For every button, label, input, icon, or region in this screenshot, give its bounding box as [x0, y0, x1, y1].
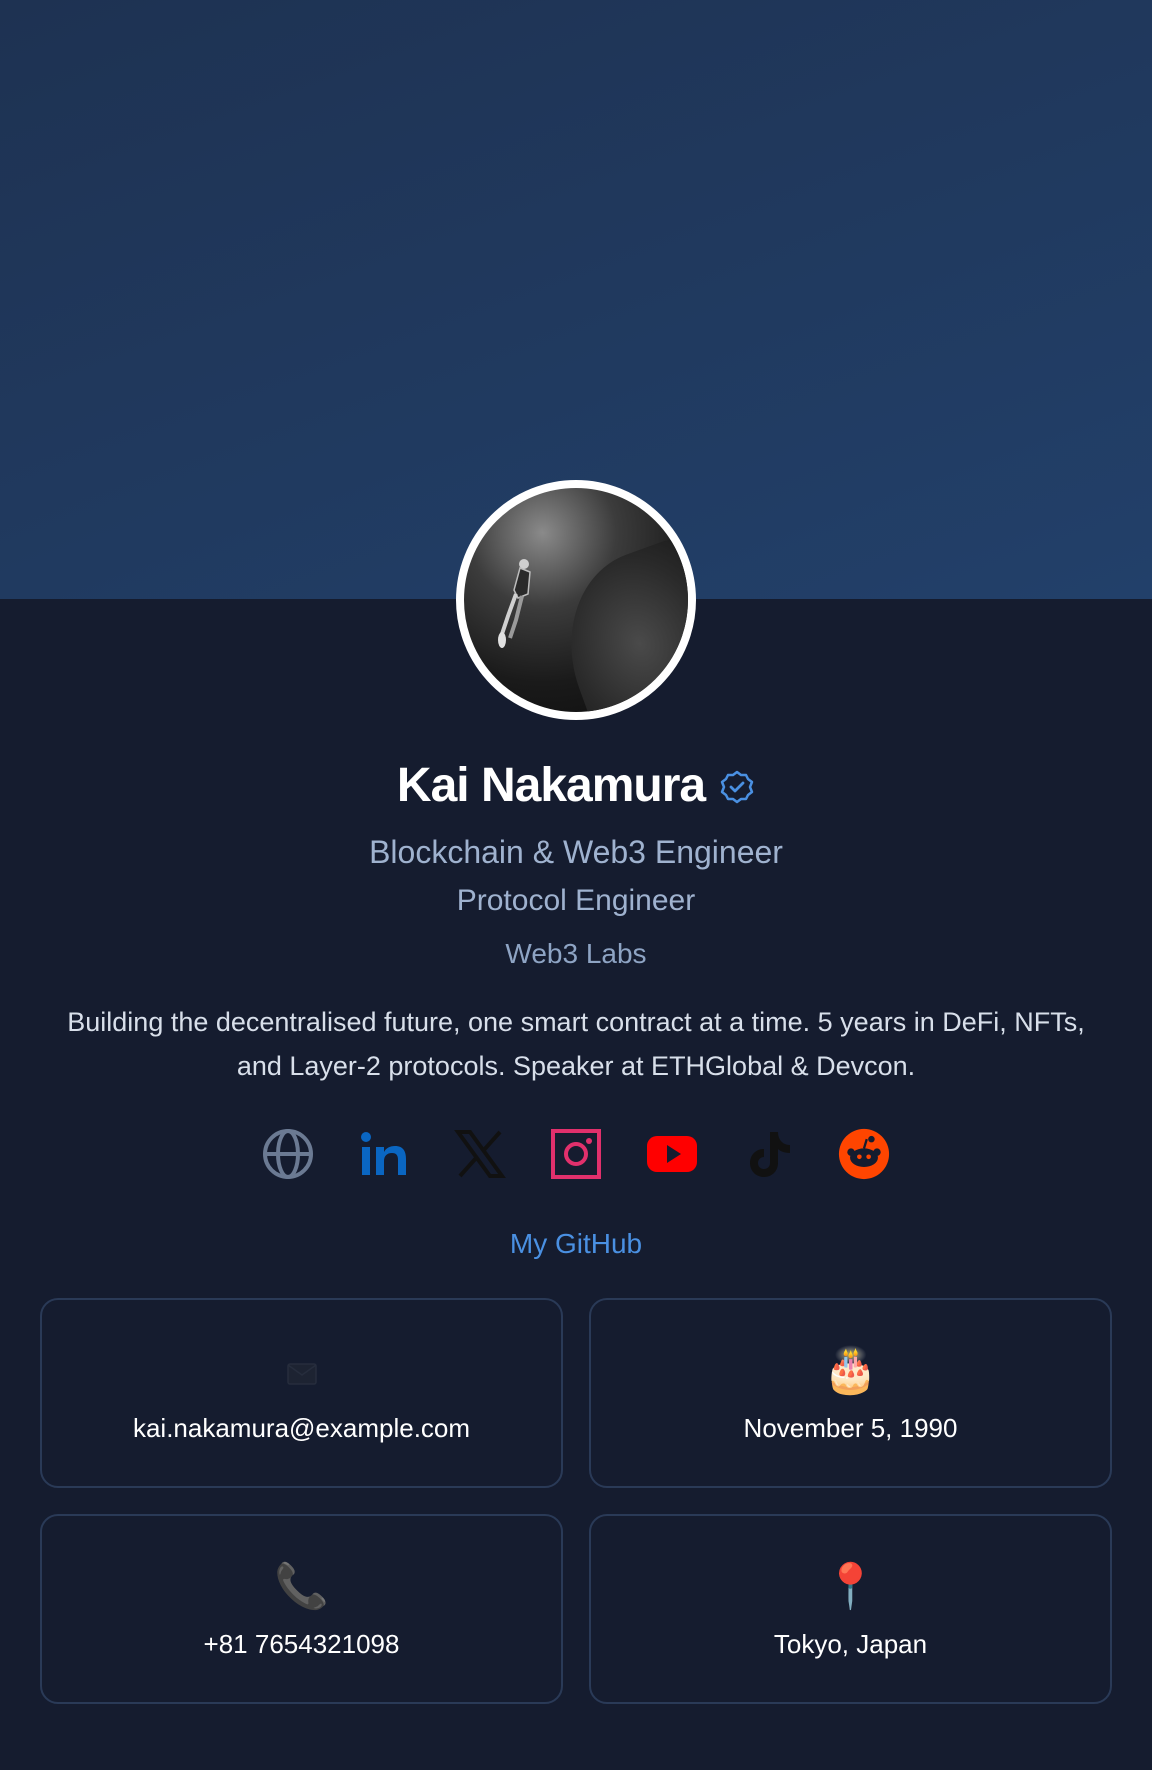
instagram-icon[interactable] [550, 1128, 602, 1180]
verified-badge-icon [720, 770, 754, 803]
location-card[interactable]: 📍 Tokyo, Japan [589, 1514, 1112, 1704]
diver-figure-icon [498, 559, 531, 648]
birthday-card[interactable]: 🎂 November 5, 1990 [589, 1298, 1112, 1488]
x-icon[interactable] [454, 1128, 506, 1180]
phone-icon: 📞 [274, 1561, 329, 1611]
envelope-icon [286, 1343, 317, 1399]
pin-icon: 📍 [823, 1561, 878, 1611]
profile-name: Kai Nakamura [396, 759, 706, 812]
reddit-icon[interactable] [838, 1128, 890, 1180]
email-value: kai.nakamura@example.com [132, 1412, 471, 1443]
profile-title: Blockchain & Web3 Engineer [369, 834, 783, 870]
info-cards: kai.nakamura@example.com 🎂 November 5, 1… [40, 1298, 1112, 1704]
profile-bio: Building the decentralised future, one s… [67, 1007, 1085, 1081]
globe-icon[interactable] [262, 1128, 314, 1180]
profile-company: Web3 Labs [505, 938, 647, 969]
phone-value: +81 7654321098 [203, 1628, 400, 1659]
cake-icon: 🎂 [823, 1345, 878, 1395]
birthday-value: November 5, 1990 [743, 1412, 958, 1443]
avatar[interactable] [456, 480, 696, 720]
email-card[interactable]: kai.nakamura@example.com [40, 1298, 563, 1488]
name-row: Kai Nakamura [0, 758, 1152, 813]
location-value: Tokyo, Japan [773, 1628, 928, 1659]
linkedin-icon[interactable] [358, 1128, 410, 1180]
github-link[interactable]: My GitHub [0, 1228, 1152, 1260]
tiktok-icon[interactable] [742, 1128, 794, 1180]
profile-role: Protocol Engineer [456, 884, 696, 917]
youtube-icon[interactable] [646, 1128, 698, 1180]
phone-card[interactable]: 📞 +81 7654321098 [40, 1514, 563, 1704]
social-links [0, 1128, 1152, 1180]
avatar-rock-shape [541, 523, 688, 712]
